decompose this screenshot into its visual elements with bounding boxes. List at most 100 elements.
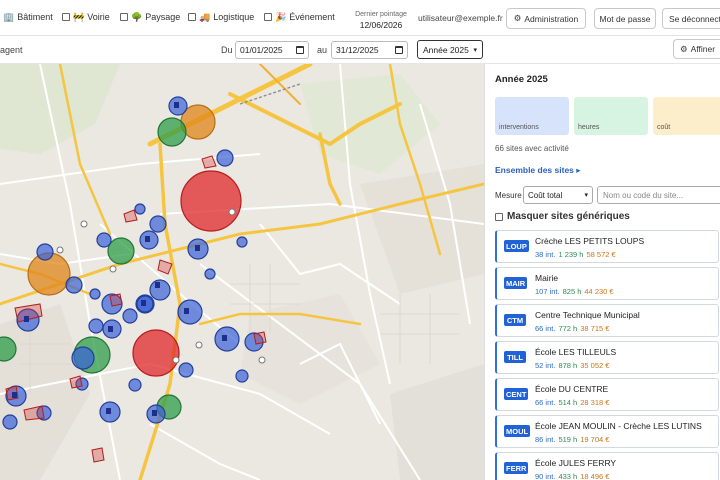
site-marker-blue[interactable]: [178, 362, 194, 378]
site-name: Centre Technique Municipal: [535, 310, 640, 320]
logout-label: Se déconnecter: [669, 13, 720, 24]
site-cost: 44 230 €: [584, 287, 614, 296]
building-icon: 🏢: [3, 11, 15, 22]
filter-checkbox[interactable]: [120, 13, 128, 21]
filter-label: Logistique: [213, 12, 255, 22]
site-list: LOUP Crèche LES PETITS LOUPS 38 int. 1 23…: [495, 230, 719, 480]
calendar-icon[interactable]: [395, 46, 403, 54]
site-name: École LES TILLEULS: [535, 347, 617, 357]
site-marker-blue[interactable]: [177, 299, 203, 325]
refine-label: Affiner: [690, 44, 716, 54]
site-search-input[interactable]: [597, 186, 720, 204]
site-card[interactable]: LOUP Crèche LES PETITS LOUPS 38 int. 1 23…: [495, 230, 719, 263]
site-card[interactable]: TILL École LES TILLEULS 52 int. 878 h 35 0…: [495, 341, 719, 374]
site-stats: 38 int. 1 239 h 58 572 €: [535, 250, 616, 259]
site-stats: 90 int. 433 h 18 496 €: [535, 472, 609, 480]
filter-logistique[interactable]: 🚚 Logistique: [188, 12, 254, 22]
site-marker-green[interactable]: [157, 117, 187, 147]
site-cost: 58 572 €: [586, 250, 616, 259]
site-marker-blue[interactable]: [88, 318, 104, 334]
site-name: Crèche LES PETITS LOUPS: [535, 236, 645, 246]
site-cost: 18 496 €: [580, 472, 610, 480]
filter-voirie[interactable]: 🚧 Voirie: [62, 12, 110, 22]
date-from-value: 01/01/2025: [240, 45, 283, 55]
chevron-down-icon: ▾: [473, 46, 477, 54]
party-icon: 🎉: [275, 11, 287, 22]
calendar-icon[interactable]: [296, 46, 304, 54]
date-to-value: 31/12/2025: [336, 45, 379, 55]
filter-bar: agent Du 01/01/2025 au 31/12/2025 Année …: [0, 36, 720, 64]
site-code-badge: CTM: [504, 314, 526, 326]
map-canvas[interactable]: [0, 64, 484, 480]
site-code-badge: TILL: [504, 351, 526, 363]
chevron-right-icon: ▸: [576, 165, 581, 175]
site-marker-large-red[interactable]: [180, 170, 242, 232]
site-marker-blue[interactable]: [122, 308, 138, 324]
site-card[interactable]: FERR École JULES FERRY 90 int. 433 h 18 49…: [495, 452, 719, 480]
password-button[interactable]: Mot de passe: [594, 8, 656, 29]
site-card[interactable]: MOUL École JEAN MOULIN - Crèche LES LUTI…: [495, 415, 719, 448]
kpi-label: heures: [578, 124, 600, 131]
refine-button[interactable]: ⚙ Affiner: [673, 39, 720, 59]
ensemble-des-sites-link[interactable]: Ensemble des sites ▸: [495, 165, 581, 176]
site-marker-blue[interactable]: [134, 203, 146, 215]
site-marker-large-red[interactable]: [132, 329, 180, 377]
site-interventions: 90 int.: [535, 472, 556, 480]
site-interventions: 86 int.: [535, 435, 556, 444]
filter-checkbox[interactable]: [264, 13, 272, 21]
date-to-input[interactable]: 31/12/2025: [331, 41, 408, 59]
site-interventions: 52 int.: [535, 361, 556, 370]
site-marker-blue[interactable]: [36, 243, 54, 261]
site-marker-blue[interactable]: [71, 346, 95, 370]
filter-label: Bâtiment: [17, 12, 53, 22]
site-name: École JULES FERRY: [535, 458, 617, 468]
masquer-checkbox[interactable]: [495, 212, 503, 221]
site-stats: 107 int. 825 h 44 230 €: [535, 287, 614, 296]
site-stats: 52 int. 878 h 35 052 €: [535, 361, 609, 370]
site-name: École JEAN MOULIN - Crèche LES LUTINS: [535, 421, 702, 431]
site-cost: 19 704 €: [580, 435, 610, 444]
logout-button[interactable]: Se déconnecter: [662, 8, 720, 29]
site-card[interactable]: CTM Centre Technique Municipal 66 int. 77…: [495, 304, 719, 337]
filter-evenement[interactable]: 🎉 Événement: [264, 12, 335, 22]
site-marker-blue[interactable]: [96, 232, 112, 248]
site-marker-blue[interactable]: [89, 288, 101, 300]
site-stats: 66 int. 772 h 38 715 €: [535, 324, 609, 333]
site-card[interactable]: MAIR Mairie 107 int. 825 h 44 230 €: [495, 267, 719, 300]
site-marker-blue[interactable]: [204, 268, 216, 280]
year-select[interactable]: Année 2025 ▾: [417, 40, 483, 59]
pointage-label: Dernier pointage: [355, 11, 407, 18]
site-marker-blue[interactable]: [128, 378, 142, 392]
filter-label: Voirie: [87, 12, 110, 22]
site-marker-blue[interactable]: [216, 149, 234, 167]
site-marker-green[interactable]: [107, 237, 135, 265]
site-marker-blue[interactable]: [235, 369, 249, 383]
filter-checkbox[interactable]: [62, 13, 70, 21]
chevron-down-icon: ▾: [584, 192, 588, 199]
mesure-select[interactable]: Coût total ▾: [523, 186, 593, 204]
date-from-input[interactable]: 01/01/2025: [235, 41, 309, 59]
filter-checkbox[interactable]: [188, 13, 196, 21]
administration-button[interactable]: ⚙ Administration: [506, 8, 586, 29]
site-marker-blue[interactable]: [149, 215, 167, 233]
site-name: École DU CENTRE: [535, 384, 609, 394]
site-marker-blue[interactable]: [236, 236, 248, 248]
site-cost: 28 318 €: [580, 398, 610, 407]
pointage-date: 12/06/2026: [359, 20, 403, 30]
site-marker-blue[interactable]: [2, 414, 18, 430]
site-card[interactable]: CENT École DU CENTRE 66 int. 514 h 28 318 …: [495, 378, 719, 411]
map[interactable]: [0, 64, 484, 480]
filter-batiment[interactable]: 🏢 Bâtiment: [3, 12, 53, 22]
site-hours: 772 h: [558, 324, 578, 333]
filter-paysage[interactable]: 🌳 Paysage: [120, 12, 180, 22]
site-marker-blue[interactable]: [65, 276, 83, 294]
password-label: Mot de passe: [599, 13, 651, 24]
user-email: utilisateur@exemple.fr: [418, 13, 503, 23]
year-value: Année 2025: [423, 44, 469, 55]
agent-label: agent: [0, 45, 23, 55]
to-label: au: [317, 45, 328, 55]
from-label: Du: [221, 45, 233, 55]
kpi-cout: coût: [653, 97, 720, 135]
filter-label: Paysage: [145, 12, 181, 22]
masquer-generiques-toggle[interactable]: Masquer sites génériques: [495, 211, 630, 222]
